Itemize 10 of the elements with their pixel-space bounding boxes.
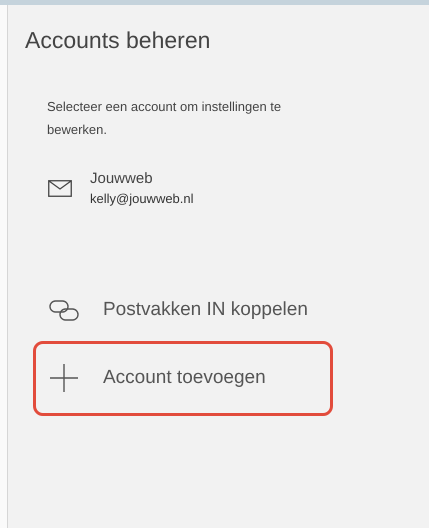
link-icon bbox=[49, 300, 79, 322]
description-text: Selecteer een account om instellingen te bewerken. bbox=[47, 98, 282, 139]
link-inboxes-button[interactable]: Postvakken IN koppelen bbox=[33, 280, 333, 341]
account-email: kelly@jouwweb.nl bbox=[90, 190, 194, 208]
account-name: Jouwweb bbox=[90, 168, 154, 189]
account-item[interactable]: Jouwweb kelly@jouwweb.nl bbox=[48, 168, 429, 209]
add-account-button[interactable]: Account toevoegen bbox=[33, 340, 333, 416]
plus-icon bbox=[49, 363, 79, 394]
page-title: Accounts beheren bbox=[25, 27, 212, 55]
mail-icon bbox=[48, 180, 72, 198]
